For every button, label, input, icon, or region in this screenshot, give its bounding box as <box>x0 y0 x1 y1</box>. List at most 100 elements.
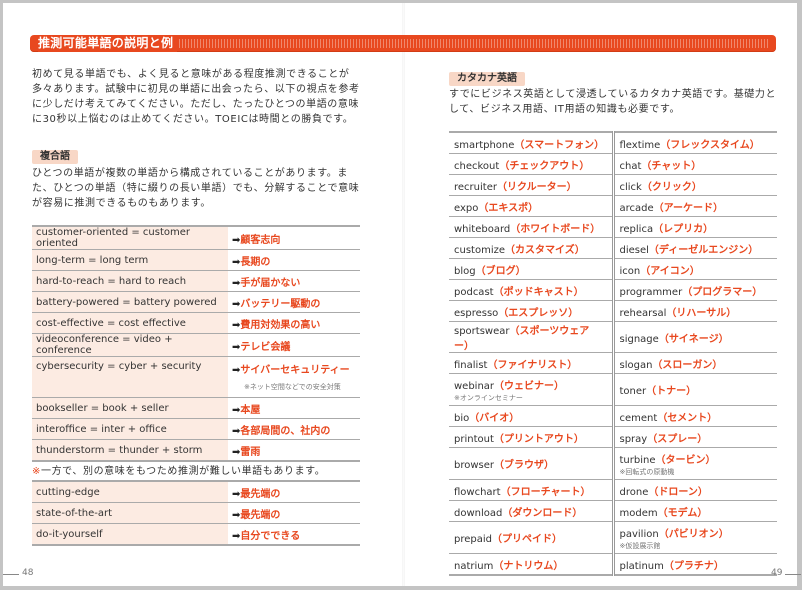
katakana-cell: podcast（ポッドキャスト） <box>449 279 615 301</box>
katakana-english: rehearsal <box>619 307 667 319</box>
section-title-bar: 推測可能単語の説明と例 <box>30 35 776 52</box>
title-bar-stripes <box>164 39 770 48</box>
katakana-english: spray <box>619 433 648 445</box>
paren-close: ） <box>718 333 729 345</box>
katakana-english: prepaid <box>454 534 492 545</box>
katakana-row: bio（バイオ） cement（セメント） <box>449 405 777 427</box>
katakana-cell: browser（ブラウザ） <box>449 447 615 480</box>
compound-english: long-term = long term <box>32 249 228 271</box>
paren-open: （ <box>493 286 504 298</box>
caution-row: state-of-the-art ➡最先端の <box>32 502 360 524</box>
katakana-reading: バイオ <box>479 412 510 424</box>
paren-open: （ <box>469 412 480 424</box>
katakana-english: whiteboard <box>454 223 511 235</box>
katakana-reading: モデム <box>667 507 698 519</box>
compound-row: cybersecurity = cyber + security ➡サイバーセキュ… <box>32 356 360 398</box>
katakana-reading: パビリオン <box>668 528 719 540</box>
katakana-reading: アイコン <box>650 265 690 277</box>
katakana-reading: スプレー <box>657 433 698 445</box>
paren-close: ） <box>697 507 708 519</box>
compound-row: hard-to-reach = hard to reach ➡手が届かない <box>32 270 360 292</box>
katakana-reading: セメント <box>667 412 708 424</box>
katakana-row: flowchart（フローチャート） drone（ドローン） <box>449 479 777 501</box>
katakana-english: icon <box>619 265 641 277</box>
katakana-cell: webinar（ウェビナー） ※オンラインセミナー <box>449 373 615 406</box>
caution-meaning: 最先端の <box>240 509 281 521</box>
paren-close: ） <box>686 386 697 397</box>
katakana-row: download（ダウンロード） modem （ モデム） <box>449 500 777 522</box>
katakana-cell: sportswear（スポーツウェアー） <box>449 321 615 353</box>
compound-english: interoffice = inter + office <box>32 418 228 440</box>
katakana-row: customize（カスタマイズ） diesel（ディーゼルエンジン） <box>449 237 777 259</box>
katakana-cell: finalist（ファイナリスト） <box>449 352 615 374</box>
compound-row: customer-oriented = customer oriented ➡顧客… <box>32 226 360 250</box>
paren-open: （ <box>641 160 652 172</box>
page-gutter <box>402 3 405 586</box>
caution-row: cutting-edge ➡最先端の <box>32 481 360 503</box>
paren-close: ） <box>749 139 760 151</box>
katakana-english: browser <box>454 460 495 471</box>
katakana-reading: クリック <box>651 181 692 193</box>
paren-open: （ <box>653 223 664 235</box>
katakana-reading: ポッドキャスト <box>503 286 574 298</box>
compound-meaning-cell: ➡費用対効果の高い <box>228 313 360 334</box>
katakana-english: smartphone <box>454 139 515 151</box>
paren-open: （ <box>494 380 505 392</box>
paren-close: ） <box>594 139 605 151</box>
caution-meaning: 自分でできる <box>240 530 301 542</box>
paren-open: （ <box>487 359 498 371</box>
compound-row: videoconference = video + conference ➡テレビ… <box>32 333 360 357</box>
katakana-cell: slogan（スローガン） <box>613 353 777 374</box>
katakana-english: printout <box>454 433 494 445</box>
katakana-reading: プログラマー <box>692 286 753 298</box>
paren-close: ） <box>712 359 723 371</box>
paren-close: ） <box>528 202 539 214</box>
katakana-english: cement <box>619 412 658 424</box>
compound-meaning: 本屋 <box>240 404 261 416</box>
paren-close: ） <box>573 433 584 445</box>
compound-row: long-term = long term ➡長期の <box>32 249 360 271</box>
page-number-left: 48 <box>22 568 34 578</box>
compound-row: battery-powered = battery powered ➡バッテリー駆… <box>32 291 360 313</box>
katakana-reading: ダウンロード <box>512 507 573 519</box>
katakana-cell: download（ダウンロード） <box>449 500 615 522</box>
katakana-cell: recruiter（リクルーター） <box>449 174 615 196</box>
katakana-english: expo <box>454 202 479 214</box>
katakana-description: すでにビジネス英語として浸透しているカタカナ英語です。基礎力として、ビジネス用語… <box>449 89 777 115</box>
katakana-english: programmer <box>619 286 683 298</box>
paren-open: （ <box>648 244 659 256</box>
katakana-row: expo（エキスポ） arcade（アーケード） <box>449 195 777 217</box>
katakana-reading: エスプレッソ <box>508 307 569 319</box>
katakana-row: podcast（ポッドキャスト） programmer （ プログラマー ） <box>449 279 777 301</box>
katakana-tag: カタカナ英語 <box>449 72 525 86</box>
katakana-reading: ブログ <box>485 265 516 277</box>
caution-meaning: 最先端の <box>240 488 281 500</box>
paren-close: ） <box>464 341 474 352</box>
compound-meaning-cell: ➡雷雨 <box>228 440 360 462</box>
katakana-english: slogan <box>619 359 653 371</box>
katakana-row: blog（ブログ） icon（アイコン） <box>449 258 777 280</box>
katakana-cell: replica（レプリカ） <box>613 217 777 238</box>
paren-open: （ <box>648 486 659 498</box>
compound-meaning: 顧客志向 <box>240 234 281 246</box>
katakana-row: printout（プリントアウト） spray（スプレー） <box>449 426 777 448</box>
katakana-english: espresso <box>454 307 499 319</box>
compound-meaning: 各部局間の、社内の <box>240 425 331 437</box>
compound-row: interoffice = inter + office ➡各部局間の、社内の <box>32 418 360 440</box>
paren-open: （ <box>502 507 513 519</box>
paren-open: （ <box>652 359 663 371</box>
katakana-english: bio <box>454 412 470 424</box>
paren-open: （ <box>509 326 520 337</box>
compound-english: cost-effective = cost effective <box>32 312 228 334</box>
paren-close: ） <box>573 286 584 298</box>
katakana-english: modem <box>619 507 658 519</box>
compound-meaning-cell: ➡長期の <box>228 250 360 271</box>
katakana-row: sportswear（スポーツウェアー） signage（サイネージ） <box>449 321 777 353</box>
compound-meaning-cell: ➡サイバーセキュリティー ※ネット空間などでの安全対策 <box>228 357 360 398</box>
caution-text: 一方で、別の意味をもつため推測が難しい単語もあります。 <box>40 466 326 477</box>
katakana-english: sportswear <box>454 326 510 337</box>
paren-open: （ <box>655 454 666 466</box>
compound-meaning-cell: ➡テレビ会議 <box>228 334 360 357</box>
katakana-cell: arcade（アーケード） <box>613 196 777 217</box>
caution-meaning-cell: ➡最先端の <box>228 503 360 524</box>
